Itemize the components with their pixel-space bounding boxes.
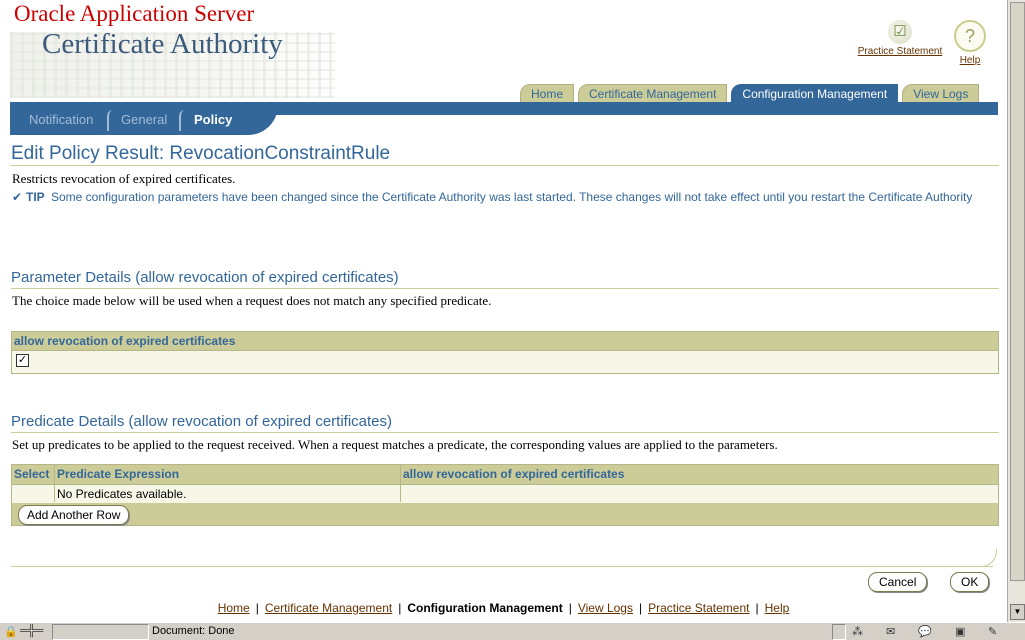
footer-link-practice-statement[interactable]: Practice Statement <box>648 601 749 615</box>
allow-revocation-checkbox[interactable]: ✓ <box>16 354 29 367</box>
subnav-policy[interactable]: Policy <box>194 112 232 127</box>
lock-icon: 🔒 <box>4 626 18 638</box>
subnav-separator <box>107 110 114 131</box>
bottom-curve <box>962 549 997 567</box>
subnav-general[interactable]: General <box>121 112 167 127</box>
tab-certificate-management[interactable]: Certificate Management <box>578 84 728 102</box>
predicate-empty-message: No Predicates available. <box>57 487 187 501</box>
scrollbar-thumb[interactable] <box>1010 2 1025 581</box>
subnav-separator <box>179 110 186 131</box>
parameter-details-title: Parameter Details (allow revocation of e… <box>11 269 399 286</box>
predicate-column-select: Select <box>14 467 50 481</box>
security-icon: ✎ <box>988 626 998 638</box>
mail-icon[interactable]: ✉ <box>886 625 895 638</box>
footer-links: Home | Certificate Management | Configuratio… <box>217 601 790 615</box>
predicate-details-description: Set up predicates to be applied to the r… <box>12 437 778 452</box>
browser-content: Oracle Application Server Certificate Au… <box>0 0 1007 622</box>
footer-link-view-logs[interactable]: View Logs <box>578 601 633 615</box>
tip-label: TIP <box>26 190 45 204</box>
cancel-button[interactable]: Cancel <box>868 572 928 592</box>
tip-check-icon: ✔ <box>12 190 23 204</box>
browser-status-bar: 🔒 ═╬═ Document: Done ⁂ ✉ 💬 ▣ ✎ <box>0 622 1025 640</box>
parameter-column-header: allow revocation of expired certificates <box>12 332 998 350</box>
footer-link-certificate-management[interactable]: Certificate Management <box>265 601 392 615</box>
tab-configuration-management[interactable]: Configuration Management <box>731 84 899 102</box>
subnav: Notification General Policy <box>10 102 278 135</box>
page-description: Restricts revocation of expired certific… <box>12 171 236 186</box>
subnav-notification[interactable]: Notification <box>29 112 93 127</box>
status-progress-box <box>52 624 149 640</box>
connection-icon: ═╬═ <box>20 625 44 637</box>
page-title: Edit Policy Result: RevocationConstraint… <box>11 143 391 164</box>
section-divider <box>11 432 999 433</box>
parameter-row: ✓ <box>12 350 998 373</box>
brand-company: Oracle Application Server <box>14 1 255 26</box>
column-divider <box>54 465 55 502</box>
ok-button[interactable]: OK <box>950 572 990 592</box>
tab-home[interactable]: Home <box>520 84 575 102</box>
predicate-column-allow-revocation: allow revocation of expired certificates <box>403 467 625 481</box>
parameter-table: allow revocation of expired certificates… <box>11 331 999 374</box>
status-box <box>832 624 846 640</box>
title-divider <box>11 165 999 166</box>
scroll-down-arrow-icon[interactable]: ▼ <box>1010 604 1025 620</box>
global-link-help[interactable]: ? Help <box>950 20 990 66</box>
footer-link-home[interactable]: Home <box>218 601 250 615</box>
chat-icon[interactable]: 💬 <box>918 625 932 638</box>
predicate-column-expression: Predicate Expression <box>57 467 180 481</box>
tip-text: Some configuration parameters have been … <box>51 190 973 204</box>
status-text: Document: Done <box>152 625 235 637</box>
vertical-scrollbar[interactable]: ▼ <box>1007 0 1025 622</box>
help-icon[interactable]: ? <box>954 20 986 52</box>
main-tabs: Home Certificate Management Configuration … <box>520 84 983 102</box>
predicate-table: Select Predicate Expression allow revoca… <box>11 464 999 526</box>
footer-link-configuration-management: Configuration Management <box>407 601 563 615</box>
section-divider <box>11 288 999 289</box>
brand-product: Certificate Authority <box>42 28 283 60</box>
table-row: No Predicates available. <box>12 484 998 503</box>
predicate-details-title: Predicate Details (allow revocation of e… <box>11 413 392 430</box>
tab-view-logs[interactable]: View Logs <box>902 84 980 102</box>
component-icon[interactable]: ⁂ <box>852 625 863 638</box>
practice-statement-link[interactable]: Practice Statement <box>858 46 942 57</box>
footer-link-help[interactable]: Help <box>765 601 790 615</box>
parameter-details-description: The choice made below will be used when … <box>12 293 492 308</box>
composer-icon[interactable]: ▣ <box>955 625 965 638</box>
add-another-row-button[interactable]: Add Another Row <box>18 505 130 525</box>
global-link-practice-statement[interactable]: ☑ Practice Statement <box>852 20 948 57</box>
practice-statement-icon[interactable]: ☑ <box>888 20 912 44</box>
column-divider <box>400 465 401 502</box>
help-link[interactable]: Help <box>960 55 981 66</box>
bottom-divider <box>11 566 993 567</box>
